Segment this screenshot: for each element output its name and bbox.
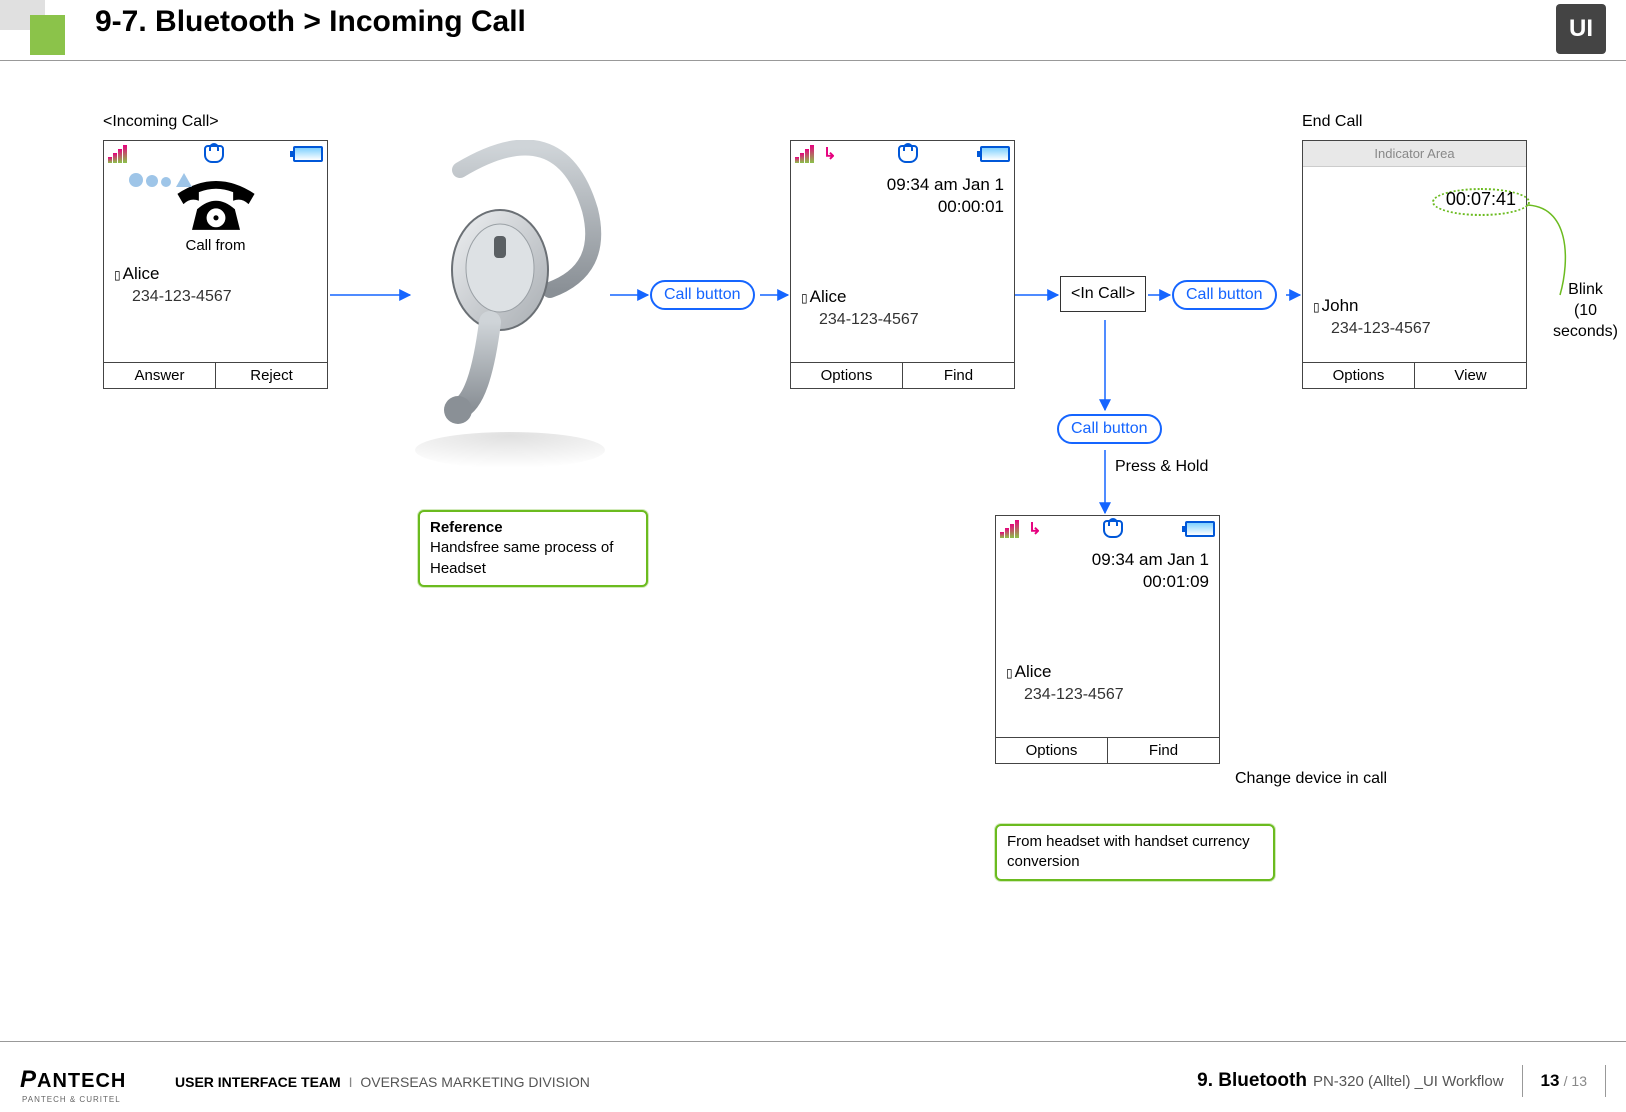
battery-icon bbox=[293, 146, 323, 162]
datetime: 09:34 am Jan 1 bbox=[1006, 550, 1209, 570]
caller-number: 234-123-4567 bbox=[132, 288, 317, 306]
contact-icon: ▯ bbox=[1313, 300, 1320, 314]
footer-brand: PANTECH bbox=[20, 1066, 126, 1094]
blink-label: Blink (10 seconds) bbox=[1545, 280, 1626, 342]
label-press-hold: Press & Hold bbox=[1115, 458, 1208, 476]
softkey-view[interactable]: View bbox=[1415, 363, 1526, 388]
softkey-find[interactable]: Find bbox=[1108, 738, 1219, 763]
state-in-call: <In Call> bbox=[1060, 276, 1146, 312]
battery-icon bbox=[1185, 521, 1215, 537]
screen-incoming-call: Call from ▯Alice 234-123-4567 Answer Rej… bbox=[103, 140, 328, 389]
screen-in-call-start: ↳ 09:34 am Jan 1 00:00:01 ▯Alice 234-123… bbox=[790, 140, 1015, 389]
footer-right: 9. Bluetooth PN-320 (Alltel) _UI Workflo… bbox=[1197, 1065, 1606, 1097]
label-change-device: Change device in call bbox=[1235, 770, 1387, 788]
status-bar: ↳ bbox=[791, 141, 1014, 167]
header-rule bbox=[0, 60, 1626, 61]
call-timer: 00:00:01 bbox=[801, 197, 1004, 217]
caller-name: Alice bbox=[1015, 662, 1052, 681]
call-button-pill-2: Call button bbox=[1172, 280, 1277, 310]
footer-team: USER INTERFACE TEAM I OVERSEAS MARKETING… bbox=[175, 1074, 590, 1090]
footer-brand-sub: PANTECH & CURITEL bbox=[22, 1095, 121, 1104]
contact-icon: ▯ bbox=[801, 291, 808, 305]
caller-number: 234-123-4567 bbox=[819, 311, 1004, 329]
signal-icon bbox=[1000, 520, 1026, 538]
softkey-options[interactable]: Options bbox=[791, 363, 903, 388]
caller-name: John bbox=[1322, 296, 1359, 315]
page-footer: PANTECH PANTECH & CURITEL USER INTERFACE… bbox=[0, 1042, 1626, 1112]
caller-name: Alice bbox=[810, 287, 847, 306]
footer-page-total: / 13 bbox=[1564, 1073, 1587, 1089]
contact-icon: ▯ bbox=[1006, 666, 1013, 680]
page-header: 9-7. Bluetooth > Incoming Call UI bbox=[0, 0, 1626, 65]
note-reference: Reference Handsfree same process of Head… bbox=[418, 510, 648, 587]
headset-icon bbox=[1103, 520, 1123, 538]
ringing-dots-icon bbox=[129, 173, 195, 191]
label-incoming-call: <Incoming Call> bbox=[103, 113, 219, 131]
softkey-options[interactable]: Options bbox=[1303, 363, 1415, 388]
note-reference-body: Handsfree same process of Headset bbox=[430, 538, 636, 579]
page-title: 9-7. Bluetooth > Incoming Call bbox=[95, 5, 526, 39]
footer-team-light: OVERSEAS MARKETING DIVISION bbox=[360, 1074, 590, 1090]
note-conversion: From headset with handset currency conve… bbox=[995, 824, 1275, 881]
bluetooth-active-icon: ↳ bbox=[1028, 519, 1041, 539]
note-reference-title: Reference bbox=[430, 518, 636, 538]
blink-duration: (10 seconds) bbox=[1545, 301, 1626, 343]
signal-icon bbox=[108, 145, 134, 163]
screen-device-change: ↳ 09:34 am Jan 1 00:01:09 ▯Alice 234-123… bbox=[995, 515, 1220, 764]
footer-doc: PN-320 (Alltel) _UI Workflow bbox=[1313, 1073, 1504, 1090]
screen-end-call: Indicator Area 00:07:41 ▯John 234-123-45… bbox=[1302, 140, 1527, 389]
call-from-label: Call from bbox=[114, 237, 317, 254]
footer-page-current: 13 bbox=[1541, 1071, 1560, 1090]
battery-icon bbox=[980, 146, 1010, 162]
softkey-reject[interactable]: Reject bbox=[216, 363, 327, 388]
headset-icon bbox=[898, 145, 918, 163]
call-timer: 00:07:41 bbox=[1313, 189, 1516, 210]
softkey-answer[interactable]: Answer bbox=[104, 363, 216, 388]
label-end-call: End Call bbox=[1302, 113, 1362, 131]
caller-number: 234-123-4567 bbox=[1331, 320, 1516, 338]
blink-text: Blink bbox=[1545, 280, 1626, 301]
footer-team-bold: USER INTERFACE TEAM bbox=[175, 1074, 341, 1090]
call-timer: 00:01:09 bbox=[1006, 572, 1209, 592]
footer-section: 9. Bluetooth bbox=[1197, 1070, 1307, 1092]
softkey-options[interactable]: Options bbox=[996, 738, 1108, 763]
bluetooth-active-icon: ↳ bbox=[823, 144, 836, 164]
contact-icon: ▯ bbox=[114, 268, 121, 282]
datetime: 09:34 am Jan 1 bbox=[801, 175, 1004, 195]
softkey-find[interactable]: Find bbox=[903, 363, 1014, 388]
footer-page: 13 / 13 bbox=[1522, 1065, 1606, 1097]
bluetooth-headset-image bbox=[400, 140, 620, 470]
note-conversion-body: From headset with handset currency conve… bbox=[1007, 832, 1263, 873]
indicator-area: Indicator Area bbox=[1303, 141, 1526, 167]
caller-name: Alice bbox=[123, 264, 160, 283]
headset-icon bbox=[204, 145, 224, 163]
signal-icon bbox=[795, 145, 821, 163]
call-button-pill-3: Call button bbox=[1057, 414, 1162, 444]
ui-logo-icon: UI bbox=[1556, 4, 1606, 54]
header-decor bbox=[0, 0, 75, 55]
call-button-pill-1: Call button bbox=[650, 280, 755, 310]
status-bar bbox=[104, 141, 327, 167]
caller-number: 234-123-4567 bbox=[1024, 686, 1209, 704]
status-bar: ↳ bbox=[996, 516, 1219, 542]
